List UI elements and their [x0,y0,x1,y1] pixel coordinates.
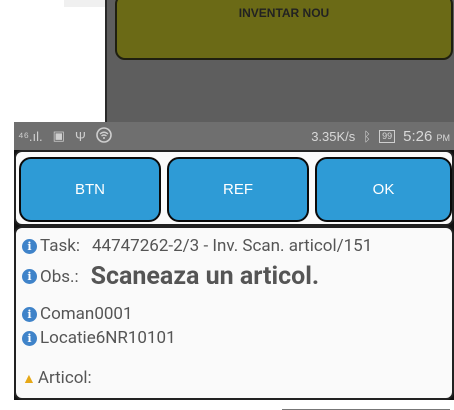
ok-button[interactable]: OK [315,157,452,222]
info-icon[interactable]: i [22,238,37,254]
btn-button[interactable]: BTN [19,157,161,222]
clock-ampm: PM [436,132,451,143]
articol-label: Articol: [37,368,92,388]
network-speed: 3.35K/s [311,128,356,144]
obs-label: Obs.: [40,266,79,287]
battery-icon: 99 [379,129,396,143]
bluetooth-icon: ᛒ [363,128,372,144]
action-toolbar: BTN REF OK [14,150,454,226]
obs-value: Scaneaza un articol. [90,262,320,291]
comanda-row: i Coman 0001 [22,304,133,324]
task-row: i Task: 44747262-2/3 - Inv. Scan. artico… [22,236,372,256]
ref-button[interactable]: REF [167,157,309,222]
clock: 5:26 PM [403,128,450,145]
locatie-label: Locatie [40,328,96,348]
app-screen: BTN REF OK i Task: 44747262-2/3 - Inv. S… [14,150,454,410]
articol-input[interactable] [282,385,450,410]
locatie-row: i Locatie 6NR10101 [22,328,176,348]
info-panel: i Task: 44747262-2/3 - Inv. Scan. artico… [14,226,454,400]
obs-row: i Obs.: Scaneaza un articol. [22,262,319,291]
inventar-nou-button[interactable]: INVENTAR NOU [115,0,453,60]
wifi-icon [96,126,112,146]
signal-icon: ⁴⁶.ıl. [18,128,43,144]
status-bar: ⁴⁶.ıl. ▣ Ψ 3.35K/s ᛒ 99 5:26 PM [14,122,454,150]
clock-time: 5:26 [403,127,433,145]
info-icon[interactable]: i [22,330,37,346]
usb-icon: Ψ [74,128,86,144]
locatie-value: 6NR10101 [95,328,176,348]
comanda-value: 0001 [94,304,133,324]
articol-row: ▲ Articol: [22,368,92,388]
previous-screen-edge [64,0,105,7]
info-icon[interactable]: i [22,269,37,284]
task-value: 44747262-2/3 - Inv. Scan. articol/151 [91,236,373,256]
comanda-label: Coman [40,304,95,324]
warning-icon: ▲ [22,370,36,387]
info-icon[interactable]: i [22,306,37,322]
previous-screen: INVENTAR NOU [105,0,454,122]
image-icon: ▣ [52,128,65,143]
task-label: Task: [40,236,80,256]
inventar-nou-label: INVENTAR NOU [238,6,330,20]
